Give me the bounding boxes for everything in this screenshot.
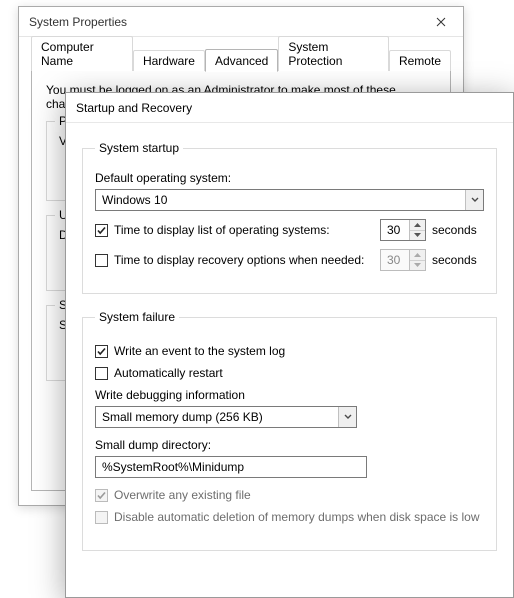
system-startup-legend: System startup [95, 141, 183, 155]
debug-info-value: Small memory dump (256 KB) [102, 410, 263, 424]
spin-down-icon [410, 260, 425, 271]
disable-deletion-label: Disable automatic deletion of memory dum… [114, 510, 480, 524]
spin-down-icon[interactable] [410, 230, 425, 241]
time-recovery-spin: 30 [380, 249, 426, 271]
overwrite-label: Overwrite any existing file [114, 488, 251, 502]
dump-dir-input[interactable]: %SystemRoot%\Minidump [95, 456, 367, 478]
tab-system-protection[interactable]: System Protection [278, 36, 389, 71]
default-os-label: Default operating system: [95, 171, 484, 185]
seconds-label-1: seconds [432, 223, 484, 237]
tab-remote[interactable]: Remote [389, 50, 451, 71]
startup-recovery-dialog: Startup and Recovery System startup Defa… [65, 92, 514, 598]
time-list-spin[interactable]: 30 [380, 219, 426, 241]
time-recovery-checkbox[interactable] [95, 254, 108, 267]
seconds-label-2: seconds [432, 253, 484, 267]
sysprops-titlebar: System Properties [19, 7, 463, 37]
dump-dir-value: %SystemRoot%\Minidump [102, 460, 244, 474]
spin-up-icon[interactable] [410, 220, 425, 230]
time-recovery-value: 30 [387, 253, 400, 267]
system-failure-legend: System failure [95, 310, 179, 324]
system-failure-section: System failure Write an event to the sys… [82, 310, 497, 551]
tab-computer-name[interactable]: Computer Name [31, 36, 133, 71]
dump-dir-label: Small dump directory: [95, 438, 484, 452]
time-list-checkbox[interactable] [95, 224, 108, 237]
disable-deletion-checkbox [95, 511, 108, 524]
chevron-down-icon [338, 407, 356, 427]
write-event-label: Write an event to the system log [114, 344, 285, 358]
sysprops-title: System Properties [29, 15, 418, 29]
tabstrip: Computer Name Hardware Advanced System P… [31, 47, 451, 71]
close-icon [436, 17, 446, 27]
spin-up-icon [410, 250, 425, 260]
default-os-value: Windows 10 [102, 193, 167, 207]
chevron-down-icon [465, 190, 483, 210]
system-startup-section: System startup Default operating system:… [82, 141, 497, 294]
write-debug-label: Write debugging information [95, 388, 484, 402]
close-button[interactable] [418, 7, 463, 37]
debug-info-combo[interactable]: Small memory dump (256 KB) [95, 406, 357, 428]
tab-hardware[interactable]: Hardware [133, 50, 205, 71]
time-recovery-label: Time to display recovery options when ne… [114, 253, 364, 267]
auto-restart-checkbox[interactable] [95, 367, 108, 380]
default-os-combo[interactable]: Windows 10 [95, 189, 484, 211]
write-event-checkbox[interactable] [95, 345, 108, 358]
startup-titlebar: Startup and Recovery [66, 93, 513, 123]
time-list-value: 30 [387, 223, 400, 237]
tab-advanced[interactable]: Advanced [205, 49, 278, 72]
overwrite-checkbox [95, 489, 108, 502]
time-list-label: Time to display list of operating system… [114, 223, 330, 237]
startup-title: Startup and Recovery [76, 101, 192, 115]
auto-restart-label: Automatically restart [114, 366, 223, 380]
